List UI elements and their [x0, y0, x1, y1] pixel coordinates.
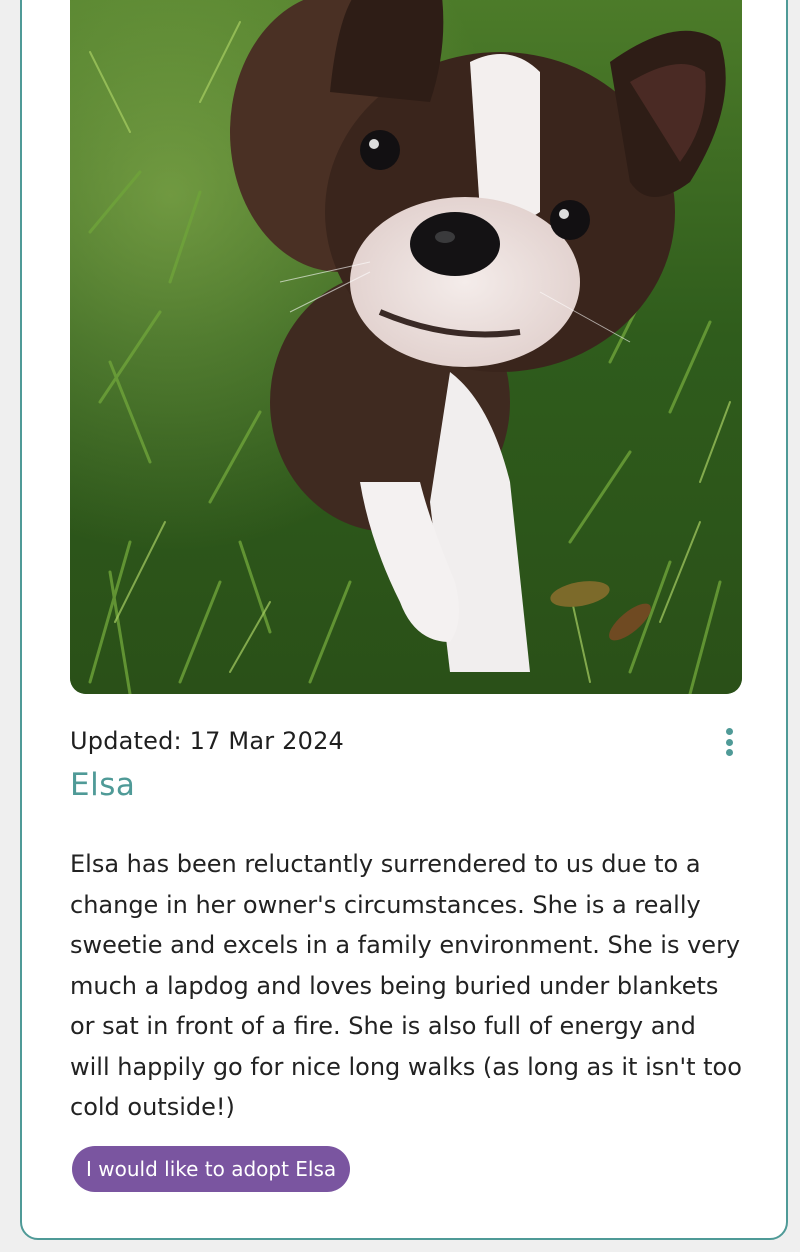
more-vertical-icon-dot — [725, 749, 733, 756]
dog-photo-image — [70, 0, 742, 694]
adopt-button[interactable]: I would like to adopt Elsa — [72, 1146, 351, 1192]
pet-name: Elsa — [70, 767, 136, 803]
more-vertical-icon-dot — [725, 738, 733, 746]
updated-date: Updated: 17 Mar 2024 — [70, 727, 345, 755]
pet-card: Updated: 17 Mar 2024 Elsa Elsa has been … — [20, 0, 788, 1240]
more-options-button[interactable] — [716, 726, 742, 758]
pet-description: Elsa has been reluctantly surrendered to… — [70, 850, 742, 1121]
more-vertical-icon — [725, 728, 733, 735]
pet-photo — [70, 0, 742, 694]
